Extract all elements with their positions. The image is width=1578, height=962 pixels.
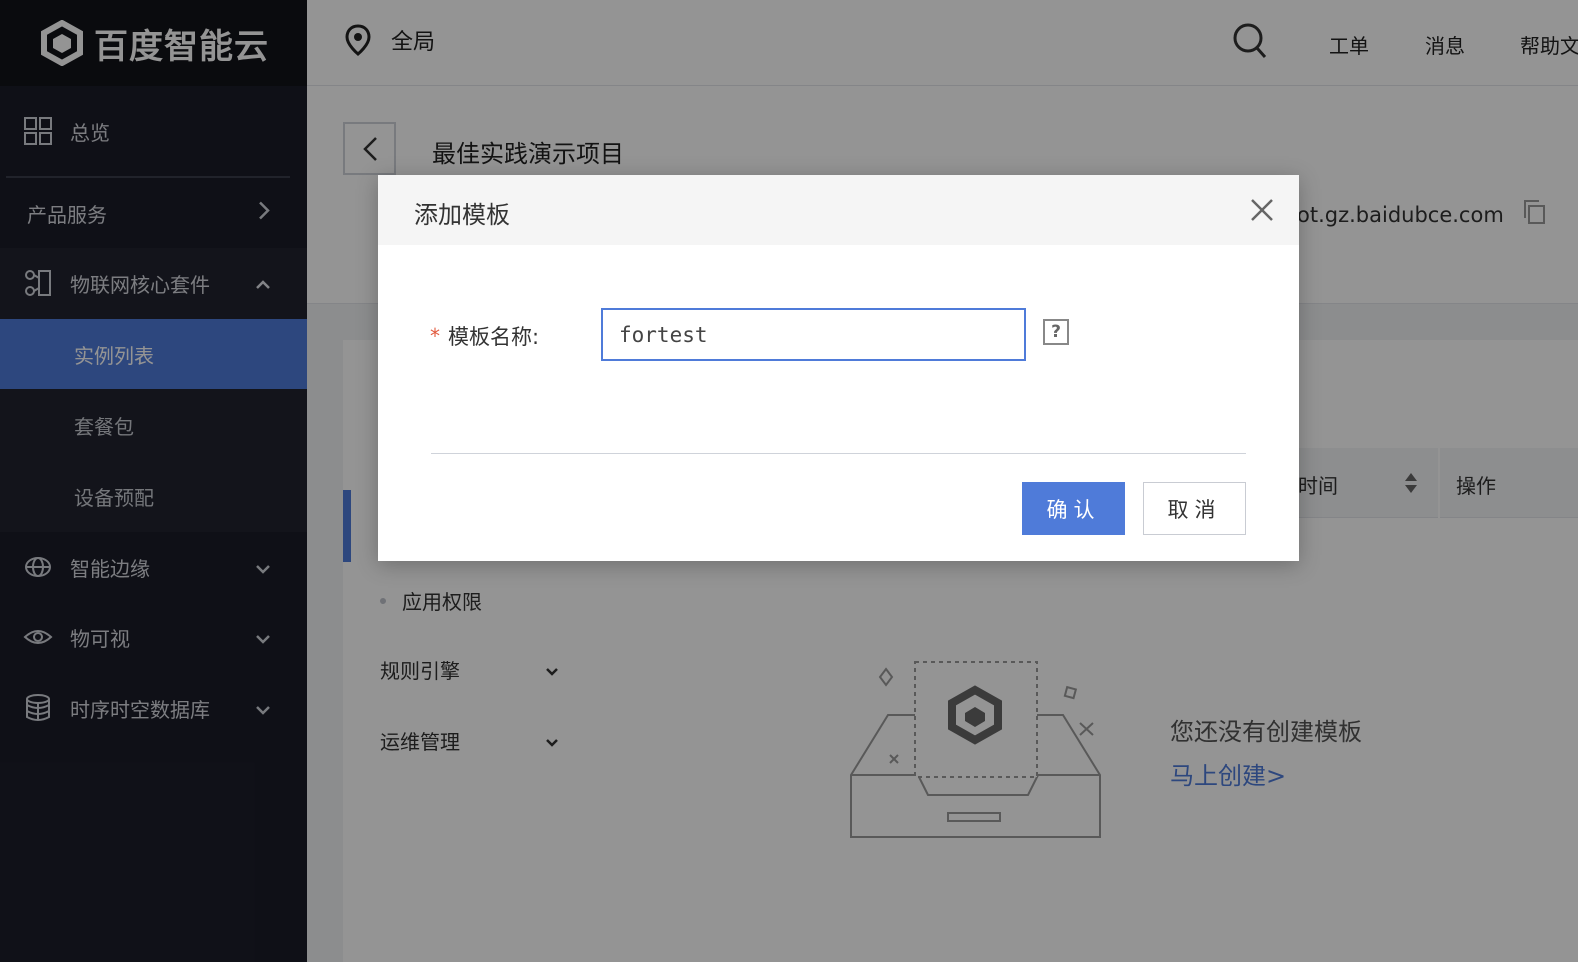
help-icon[interactable]: ? <box>1043 319 1069 345</box>
close-icon[interactable] <box>1247 195 1277 225</box>
required-mark: * <box>430 324 440 348</box>
template-name-label-text: 模板名称: <box>448 325 540 349</box>
template-name-label: * 模板名称: <box>430 321 539 351</box>
cancel-button[interactable]: 取消 <box>1143 482 1246 535</box>
add-template-dialog: 添加模板 * 模板名称: ? 确认 取消 <box>378 175 1299 561</box>
dialog-divider <box>431 453 1246 454</box>
template-name-input[interactable] <box>601 308 1026 361</box>
dialog-title: 添加模板 <box>414 201 510 229</box>
confirm-button[interactable]: 确认 <box>1022 482 1125 535</box>
dialog-header: 添加模板 <box>378 175 1299 245</box>
